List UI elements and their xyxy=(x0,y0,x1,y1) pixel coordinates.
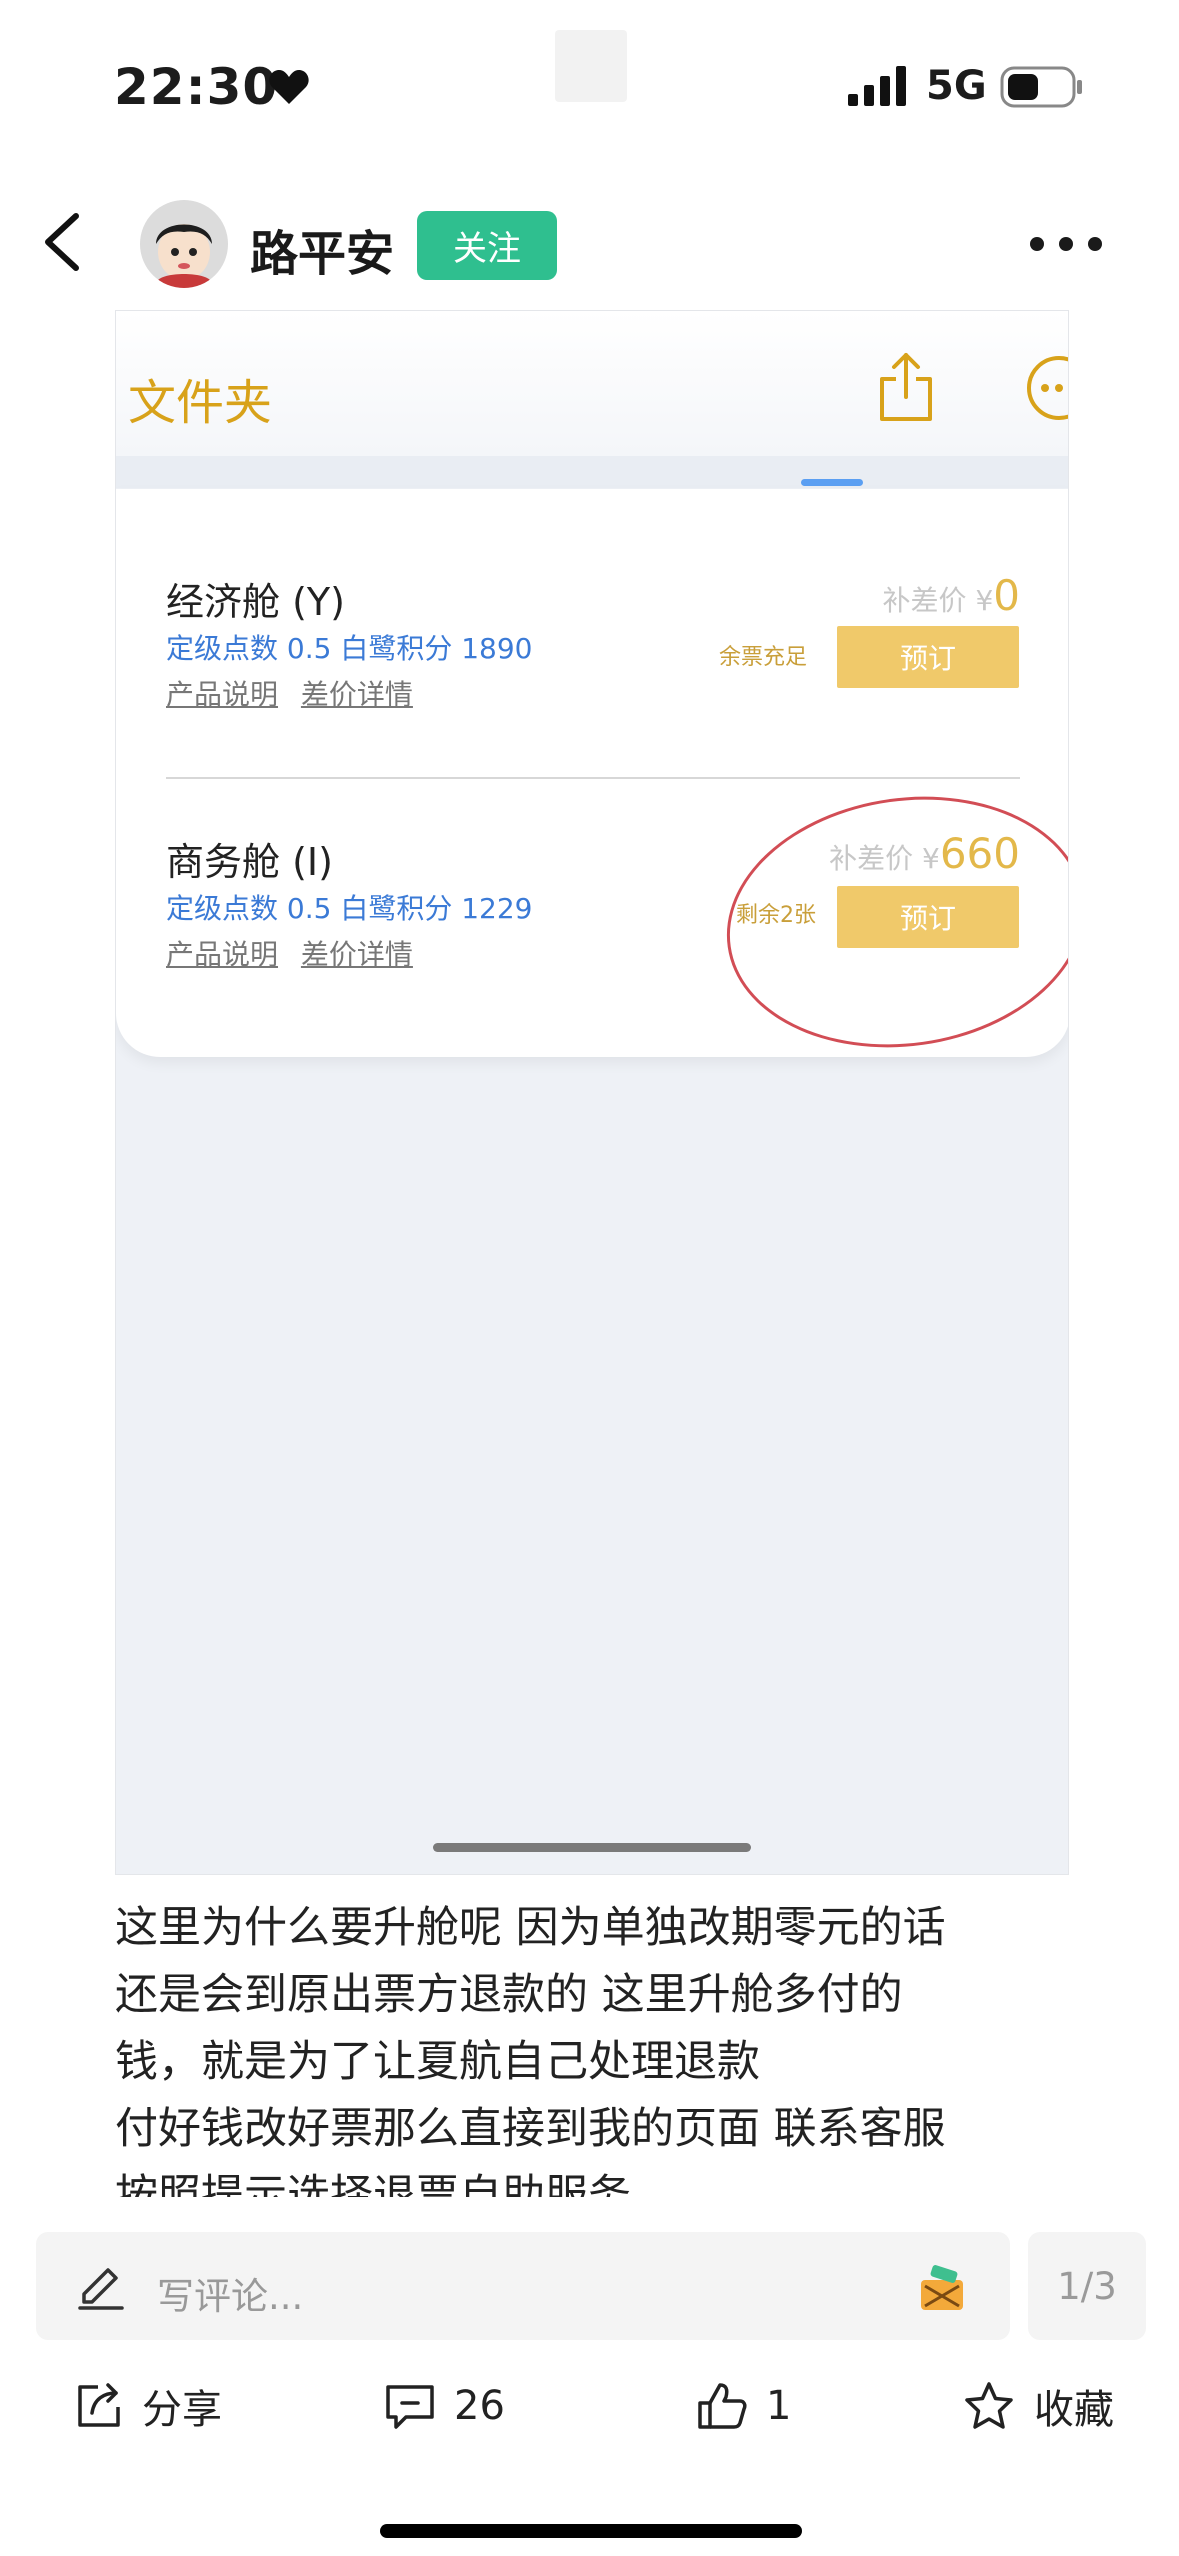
cabin-meta: 定级点数 0.5 白鹭积分 1229 xyxy=(166,892,533,925)
cabin-meta: 定级点数 0.5 白鹭积分 1890 xyxy=(166,632,533,665)
cabin-links: 产品说明 差价详情 xyxy=(166,673,427,713)
price-diff-link: 差价详情 xyxy=(300,938,413,971)
price-label: 补差价 ¥0 xyxy=(882,571,1020,620)
share-icon xyxy=(78,2383,120,2427)
product-info-link: 产品说明 xyxy=(166,678,279,711)
post-line: 还是会到原出票方退款的 这里升舱多付的 xyxy=(115,1970,903,2020)
cabin-links: 产品说明 差价详情 xyxy=(166,933,427,973)
battery-icon xyxy=(1000,66,1082,108)
more-options-icon[interactable] xyxy=(1030,232,1102,256)
comment-action[interactable]: 26 xyxy=(384,2378,505,2434)
page-indicator: 1/3 xyxy=(1028,2232,1146,2340)
product-info-link: 产品说明 xyxy=(166,938,279,971)
cabin-name: 经济舱 (Y) xyxy=(166,580,345,624)
emoji-icon[interactable] xyxy=(915,2262,969,2316)
follow-button[interactable]: 关注 xyxy=(417,211,557,280)
pencil-icon xyxy=(78,2268,124,2310)
author-name[interactable]: 路平安 xyxy=(250,214,394,284)
star-icon xyxy=(965,2382,1013,2429)
image-home-bar xyxy=(433,1843,751,1852)
signal-icon xyxy=(848,66,906,106)
comment-icon xyxy=(386,2385,434,2429)
post-line: 这里为什么要升舱呢 因为单独改期零元的话 xyxy=(115,1903,946,1953)
home-indicator[interactable] xyxy=(380,2524,802,2538)
favorite-action[interactable]: 收藏 xyxy=(962,2378,1114,2434)
heart-icon xyxy=(269,70,309,104)
comment-placeholder[interactable]: 写评论... xyxy=(157,2266,303,2320)
availability-label: 余票充足 xyxy=(719,645,808,670)
price-value: 0 xyxy=(993,571,1020,620)
favorite-label: 收藏 xyxy=(1034,2387,1114,2433)
image-tab-indicator xyxy=(801,479,863,486)
post-line: 付好钱改好票那么直接到我的页面 联系客服 xyxy=(115,2104,946,2154)
image-tab-strip xyxy=(116,456,1068,488)
post-line: 钱，就是为了让夏航自己处理退款 xyxy=(115,2037,760,2087)
thumbs-up-icon xyxy=(698,2383,747,2429)
like-action[interactable]: 1 xyxy=(696,2378,791,2434)
share-action[interactable]: 分享 xyxy=(74,2378,222,2434)
post-image[interactable]: 文件夹 经济舱 (Y) 定级点数 0.5 白鹭积分 1890 产品说明 差价详情… xyxy=(115,310,1069,1875)
network-label: 5G xyxy=(926,63,987,109)
post-line: 按照提示选择退票自助服务 xyxy=(115,2171,631,2197)
share-icon xyxy=(880,353,932,421)
back-arrow-icon[interactable] xyxy=(40,210,84,274)
camera-placeholder xyxy=(555,30,627,102)
share-label: 分享 xyxy=(142,2387,222,2433)
book-button: 预订 xyxy=(837,626,1019,688)
post-body: 这里为什么要升舱呢 因为单独改期零元的话 还是会到原出票方退款的 这里升舱多付的… xyxy=(115,1895,1075,2197)
like-count: 1 xyxy=(766,2383,792,2429)
status-time: 22:30 xyxy=(114,58,279,116)
divider xyxy=(166,777,1020,779)
comment-count: 26 xyxy=(454,2383,505,2429)
folder-title: 文件夹 xyxy=(128,375,273,431)
avatar[interactable] xyxy=(140,200,228,288)
cabin-name: 商务舱 (I) xyxy=(166,840,333,884)
price-diff-link: 差价详情 xyxy=(300,678,413,711)
